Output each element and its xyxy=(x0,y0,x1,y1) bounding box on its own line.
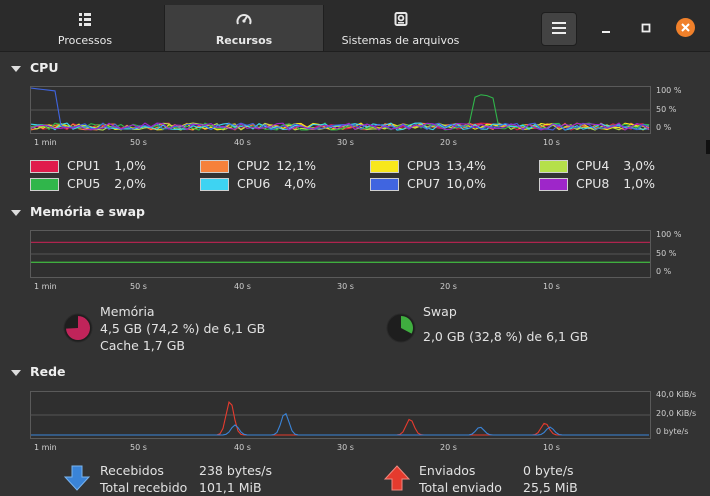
cpu-expander-icon[interactable] xyxy=(11,66,21,72)
mem-x-label-50s: 50 s xyxy=(130,282,147,291)
memory-usage: 4,5 GB (74,2 %) de 6,1 GB xyxy=(100,321,266,336)
memory-expander-icon[interactable] xyxy=(11,210,21,216)
net-x-label-50s: 50 s xyxy=(130,443,147,452)
received-total-label: Total recebido xyxy=(100,480,188,495)
memory-title: Memória xyxy=(100,304,155,319)
cpu-x-label-50s: 50 s xyxy=(130,138,147,147)
sent-label: Enviados xyxy=(419,463,476,478)
mem-x-label-1min: 1 min xyxy=(34,282,57,291)
net-x-label-40s: 40 s xyxy=(234,443,251,452)
swap-pie-icon xyxy=(386,313,416,343)
cpu-x-label-40s: 40 s xyxy=(234,138,251,147)
tab-processes-label: Processos xyxy=(57,34,113,47)
network-expander-icon[interactable] xyxy=(11,370,21,376)
received-total-value: 101,1 MiB xyxy=(199,480,262,495)
sent-value: 0 byte/s xyxy=(523,463,574,478)
net-x-label-30s: 30 s xyxy=(337,443,354,452)
cpu-x-label-10s: 10 s xyxy=(543,138,560,147)
memory-pie-icon xyxy=(63,313,93,343)
gauge-icon xyxy=(236,12,252,29)
cpu1-swatch[interactable] xyxy=(30,160,59,173)
minimize-button[interactable] xyxy=(597,19,615,37)
swap-title: Swap xyxy=(423,304,457,319)
mem-x-label-20s: 20 s xyxy=(440,282,457,291)
net-y-label-0: 0 byte/s xyxy=(656,427,689,436)
cpu5-value: 2,0% xyxy=(114,176,146,191)
cpu-x-label-20s: 20 s xyxy=(440,138,457,147)
cpu-y-label-0: 0 % xyxy=(656,123,672,132)
close-button[interactable] xyxy=(676,18,695,37)
mem-x-label-40s: 40 s xyxy=(234,282,251,291)
tab-processes[interactable]: Processos xyxy=(5,5,165,51)
cpu-graph xyxy=(30,86,651,134)
swap-usage: 2,0 GB (32,8 %) de 6,1 GB xyxy=(423,329,589,344)
cpu6-swatch[interactable] xyxy=(200,178,229,191)
mem-y-label-0: 0 % xyxy=(656,267,672,276)
cpu4-value: 3,0% xyxy=(623,158,655,173)
net-y-label-40k: 40,0 KiB/s xyxy=(656,390,697,399)
cpu7-swatch[interactable] xyxy=(370,178,399,191)
cpu3-swatch[interactable] xyxy=(370,160,399,173)
net-x-label-1min: 1 min xyxy=(34,443,57,452)
upload-arrow-icon xyxy=(383,465,411,494)
net-x-label-10s: 10 s xyxy=(543,443,560,452)
minimize-icon xyxy=(597,26,615,40)
network-section-title: Rede xyxy=(30,364,66,379)
sent-total-value: 25,5 MiB xyxy=(523,480,578,495)
tab-resources[interactable]: Recursos xyxy=(164,5,324,51)
net-y-label-20k: 20,0 KiB/s xyxy=(656,409,697,418)
sent-total-label: Total enviado xyxy=(419,480,502,495)
memory-graph xyxy=(30,230,651,278)
header-bar: Processos Recursos Sistemas de arquivos xyxy=(0,0,710,52)
disk-icon xyxy=(394,12,408,29)
hamburger-icon xyxy=(552,22,566,37)
received-value: 238 bytes/s xyxy=(199,463,272,478)
list-icon xyxy=(78,12,92,29)
cpu1-value: 1,0% xyxy=(114,158,146,173)
cpu4-swatch[interactable] xyxy=(539,160,568,173)
tab-resources-label: Recursos xyxy=(215,34,273,47)
cpu8-swatch[interactable] xyxy=(539,178,568,191)
cpu5-swatch[interactable] xyxy=(30,178,59,191)
cpu7-value: 10,0% xyxy=(446,176,486,191)
cpu-x-label-1min: 1 min xyxy=(34,138,57,147)
cpu6-value: 4,0% xyxy=(284,176,316,191)
cpu8-value: 1,0% xyxy=(623,176,655,191)
menu-button[interactable] xyxy=(541,12,577,46)
cpu2-value: 12,1% xyxy=(276,158,316,173)
tab-filesystems-label: Sistemas de arquivos xyxy=(341,34,460,47)
mem-y-label-50: 50 % xyxy=(656,249,677,258)
cpu-section-title: CPU xyxy=(30,60,59,75)
maximize-button[interactable] xyxy=(637,19,655,37)
download-arrow-icon xyxy=(63,465,91,494)
memory-section-title: Memória e swap xyxy=(30,204,145,219)
cpu-y-label-50: 50 % xyxy=(656,105,677,114)
net-x-label-20s: 20 s xyxy=(440,443,457,452)
cpu-y-label-100: 100 % xyxy=(656,86,682,95)
mem-x-label-10s: 10 s xyxy=(543,282,560,291)
scrollbar-indicator[interactable] xyxy=(706,140,710,154)
cpu2-swatch[interactable] xyxy=(200,160,229,173)
maximize-icon xyxy=(637,23,655,40)
cpu-x-label-30s: 30 s xyxy=(337,138,354,147)
network-graph xyxy=(30,391,651,439)
memory-cache: Cache 1,7 GB xyxy=(100,338,185,353)
close-icon xyxy=(680,22,691,36)
mem-y-label-100: 100 % xyxy=(656,230,682,239)
received-label: Recebidos xyxy=(100,463,164,478)
mem-x-label-30s: 30 s xyxy=(337,282,354,291)
cpu3-value: 13,4% xyxy=(446,158,486,173)
tab-filesystems[interactable]: Sistemas de arquivos xyxy=(323,5,478,51)
